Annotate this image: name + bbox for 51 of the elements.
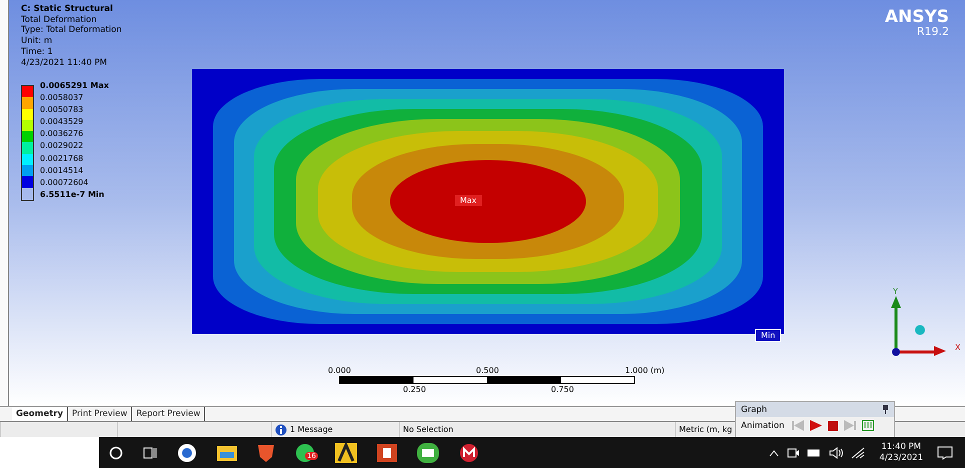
scale-label: 0.000: [328, 366, 351, 375]
view-tab[interactable]: Geometry: [12, 407, 68, 421]
play-icon[interactable]: [810, 420, 822, 431]
clock-date[interactable]: 4/23/2021: [879, 452, 923, 464]
legend-value: 0.0058037: [40, 92, 84, 104]
max-marker: Max: [455, 195, 482, 206]
scale-label: 0.500: [476, 366, 499, 375]
circle-icon[interactable]: [109, 446, 123, 460]
version-text: R19.2: [916, 26, 949, 37]
legend-value: 0.0050783: [40, 104, 84, 116]
legend-value: 0.00072604: [40, 176, 90, 189]
clock-time[interactable]: 11:40 PM: [881, 442, 922, 452]
legend-value: 0.0021768: [40, 152, 84, 165]
legend-value: 0.0043529: [40, 116, 84, 128]
speaker-icon[interactable]: [829, 446, 844, 458]
axis-label: X: [955, 343, 960, 352]
legend-value: 6.5511e-7 Min: [40, 188, 106, 201]
mail-icon[interactable]: [459, 442, 479, 462]
result-info-text: 4/23/2021 11:40 PM: [21, 58, 108, 68]
battery-icon[interactable]: [807, 448, 822, 456]
legend-value: 0.0065291 Max: [40, 80, 109, 92]
legend-value: 0.0036276: [40, 128, 84, 140]
task-view-icon[interactable]: [143, 446, 157, 460]
legend-value: 0.0014514: [40, 164, 84, 177]
folder-icon[interactable]: [217, 444, 237, 462]
result-info-text: Time: 1: [21, 46, 54, 58]
frames-icon[interactable]: [862, 420, 874, 431]
scale-label: 0.750: [551, 385, 574, 394]
app-icon[interactable]: [335, 442, 357, 462]
notification-icon[interactable]: [937, 446, 953, 460]
axis-triad-drawing: [888, 294, 948, 356]
result-title: C: Static Structural: [21, 4, 114, 15]
panel-title: Graph: [741, 404, 768, 414]
min-marker: Min: [755, 329, 782, 342]
presentation-icon[interactable]: [377, 444, 397, 462]
axis-label: Y: [893, 287, 898, 296]
app-icon[interactable]: [177, 442, 197, 462]
shield-icon[interactable]: [257, 442, 275, 462]
scale-label: 0.250: [403, 385, 426, 394]
legend-value: 0.0029022: [40, 140, 84, 152]
scale-label: 1.000 (m): [625, 366, 664, 375]
chevron-up-icon[interactable]: [769, 448, 780, 456]
app-icon[interactable]: [417, 442, 439, 462]
pin-icon[interactable]: [882, 405, 889, 414]
result-info-text: Total Deformation: [21, 14, 98, 26]
info-icon: [275, 424, 287, 436]
message-count: 1 Message: [290, 425, 333, 434]
result-info-text: Type: Total Deformation: [21, 25, 122, 36]
stop-icon[interactable]: [828, 420, 838, 430]
logo-text: ANSYS: [884, 9, 949, 26]
result-info-text: Unit: m: [21, 36, 54, 47]
